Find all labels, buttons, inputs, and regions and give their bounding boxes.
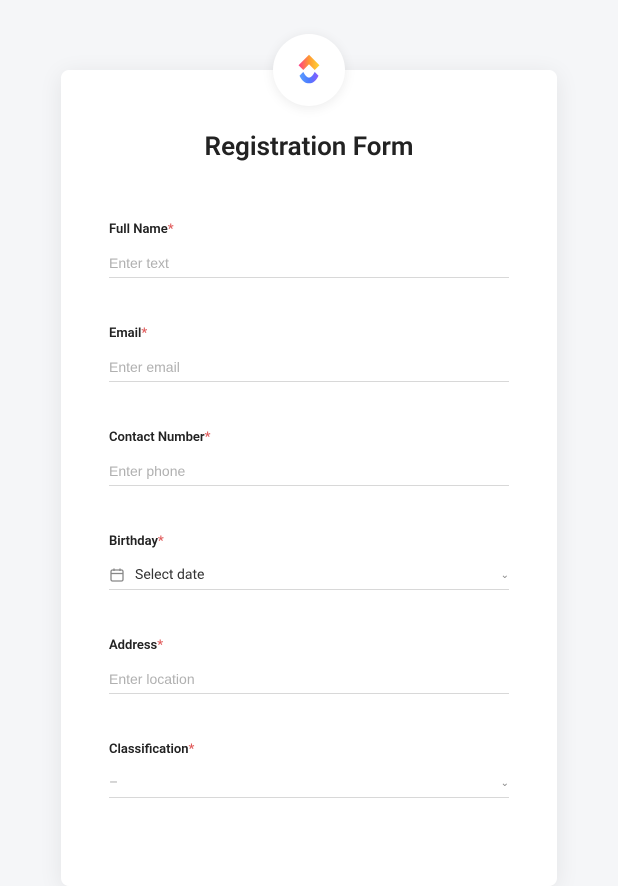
chevron-down-icon: ⌄ — [501, 778, 509, 789]
full-name-input[interactable] — [109, 249, 509, 278]
email-input[interactable] — [109, 353, 509, 382]
logo-container — [273, 34, 345, 106]
field-contact-number: Contact Number* — [109, 430, 509, 486]
contact-number-label: Contact Number* — [109, 430, 509, 445]
birthday-label-text: Birthday — [109, 534, 158, 549]
contact-number-input[interactable] — [109, 457, 509, 486]
calendar-icon — [109, 567, 125, 583]
classification-select[interactable]: – ⌄ — [109, 769, 509, 798]
field-address: Address* — [109, 638, 509, 694]
address-label-text: Address — [109, 638, 157, 653]
field-birthday: Birthday* Select date ⌄ — [109, 534, 509, 590]
full-name-label-text: Full Name — [109, 222, 168, 237]
email-label: Email* — [109, 326, 509, 341]
field-email: Email* — [109, 326, 509, 382]
field-classification: Classification* – ⌄ — [109, 742, 509, 798]
required-mark: * — [168, 222, 174, 237]
required-mark: * — [189, 742, 195, 757]
address-input[interactable] — [109, 665, 509, 694]
required-mark: * — [141, 326, 147, 341]
full-name-label: Full Name* — [109, 222, 509, 237]
clickup-logo-icon — [290, 51, 328, 89]
chevron-down-icon: ⌄ — [501, 570, 509, 581]
form-card: Registration Form Full Name* Email* Cont… — [61, 70, 557, 886]
required-mark: * — [158, 534, 164, 549]
required-mark: * — [205, 430, 211, 445]
address-label: Address* — [109, 638, 509, 653]
required-mark: * — [157, 638, 163, 653]
field-full-name: Full Name* — [109, 222, 509, 278]
classification-select-text: – — [109, 775, 501, 791]
classification-label: Classification* — [109, 742, 509, 757]
form-title: Registration Form — [109, 132, 509, 162]
contact-number-label-text: Contact Number — [109, 430, 205, 445]
birthday-date-picker[interactable]: Select date ⌄ — [109, 561, 509, 590]
email-label-text: Email — [109, 326, 141, 341]
birthday-label: Birthday* — [109, 534, 509, 549]
classification-label-text: Classification — [109, 742, 189, 757]
birthday-date-text: Select date — [135, 567, 501, 583]
